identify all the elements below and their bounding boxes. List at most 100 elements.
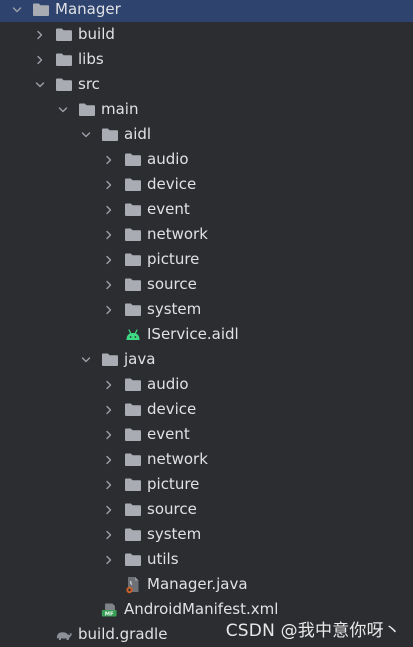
svg-text:MF: MF	[105, 611, 114, 617]
folder-icon	[32, 2, 50, 18]
folder-icon	[124, 552, 142, 568]
tree-node-label: IService.aidl	[147, 325, 239, 343]
tree-node-network[interactable]: network	[0, 222, 413, 247]
chevron-down-icon[interactable]	[56, 103, 70, 117]
manifest-icon: MF	[101, 602, 119, 618]
chevron-right-icon[interactable]	[102, 278, 116, 292]
chevron-down-icon[interactable]	[10, 3, 24, 17]
tree-node-label: network	[147, 450, 208, 468]
chevron-right-icon[interactable]	[102, 303, 116, 317]
folder-icon	[124, 477, 142, 493]
tree-node-label: event	[147, 200, 190, 218]
folder-icon	[124, 202, 142, 218]
tree-node-audio[interactable]: audio	[0, 372, 413, 397]
tree-node-label: system	[147, 300, 202, 318]
tree-node-label: utils	[147, 550, 179, 568]
gradle-icon	[55, 627, 73, 643]
tree-node-label: libs	[78, 50, 104, 68]
tree-node-aidl[interactable]: aidl	[0, 122, 413, 147]
folder-icon	[124, 177, 142, 193]
tree-node-label: main	[101, 100, 139, 118]
chevron-right-icon[interactable]	[102, 378, 116, 392]
folder-icon	[124, 527, 142, 543]
tree-node-source[interactable]: source	[0, 272, 413, 297]
folder-icon	[55, 77, 73, 93]
tree-node-label: Manager.java	[147, 575, 248, 593]
tree-node-label: system	[147, 525, 202, 543]
chevron-right-icon[interactable]	[102, 403, 116, 417]
folder-icon	[124, 502, 142, 518]
tree-node-src[interactable]: src	[0, 72, 413, 97]
tree-node-device[interactable]: device	[0, 397, 413, 422]
chevron-right-icon[interactable]	[102, 453, 116, 467]
tree-node-event[interactable]: event	[0, 422, 413, 447]
tree-node-picture[interactable]: picture	[0, 472, 413, 497]
tree-node-label: aidl	[124, 125, 152, 143]
tree-node-label: source	[147, 275, 197, 293]
tree-node-utils[interactable]: utils	[0, 547, 413, 572]
tree-node-label: device	[147, 175, 197, 193]
chevron-right-icon[interactable]	[33, 53, 47, 67]
tree-node-label: java	[124, 350, 156, 368]
tree-node-event[interactable]: event	[0, 197, 413, 222]
tree-node-label: Manager	[55, 0, 121, 18]
tree-node-build[interactable]: build	[0, 22, 413, 47]
chevron-right-icon[interactable]	[33, 28, 47, 42]
folder-icon	[124, 227, 142, 243]
chevron-right-icon[interactable]	[102, 428, 116, 442]
tree-node-manager-java[interactable]: Manager.java	[0, 572, 413, 597]
folder-icon	[124, 152, 142, 168]
chevron-right-icon[interactable]	[102, 228, 116, 242]
tree-node-label: event	[147, 425, 190, 443]
folder-icon	[124, 302, 142, 318]
chevron-right-icon[interactable]	[102, 553, 116, 567]
folder-icon	[124, 452, 142, 468]
tree-node-label: src	[78, 75, 100, 93]
chevron-down-icon[interactable]	[79, 128, 93, 142]
folder-icon	[124, 252, 142, 268]
folder-icon	[124, 277, 142, 293]
folder-icon	[101, 352, 119, 368]
tree-node-system[interactable]: system	[0, 297, 413, 322]
folder-icon	[55, 27, 73, 43]
tree-node-label: network	[147, 225, 208, 243]
watermark: CSDN @我中意你呀丶	[225, 621, 401, 641]
folder-icon	[55, 52, 73, 68]
tree-node-label: device	[147, 400, 197, 418]
tree-node-manager[interactable]: Manager	[0, 0, 413, 22]
tree-node-audio[interactable]: audio	[0, 147, 413, 172]
chevron-right-icon[interactable]	[102, 528, 116, 542]
tree-node-main[interactable]: main	[0, 97, 413, 122]
folder-icon	[124, 427, 142, 443]
chevron-right-icon[interactable]	[102, 203, 116, 217]
java-file-icon	[124, 576, 142, 593]
tree-node-network[interactable]: network	[0, 447, 413, 472]
tree-node-iservice-aidl[interactable]: IService.aidl	[0, 322, 413, 347]
android-icon	[124, 327, 142, 343]
project-tree: Manager build libs src main aidl audio device ev…	[0, 0, 413, 647]
folder-icon	[101, 127, 119, 143]
chevron-right-icon[interactable]	[102, 178, 116, 192]
tree-node-label: audio	[147, 150, 189, 168]
chevron-right-icon[interactable]	[102, 153, 116, 167]
tree-node-label: picture	[147, 250, 200, 268]
chevron-right-icon[interactable]	[102, 478, 116, 492]
tree-node-label: source	[147, 500, 197, 518]
tree-node-picture[interactable]: picture	[0, 247, 413, 272]
tree-node-label: build.gradle	[78, 625, 168, 643]
chevron-right-icon[interactable]	[102, 503, 116, 517]
tree-node-source[interactable]: source	[0, 497, 413, 522]
tree-node-device[interactable]: device	[0, 172, 413, 197]
tree-node-system[interactable]: system	[0, 522, 413, 547]
tree-node-label: picture	[147, 475, 200, 493]
chevron-right-icon[interactable]	[102, 253, 116, 267]
tree-node-java[interactable]: java	[0, 347, 413, 372]
chevron-down-icon[interactable]	[33, 78, 47, 92]
chevron-down-icon[interactable]	[79, 353, 93, 367]
tree-node-libs[interactable]: libs	[0, 47, 413, 72]
tree-node-label: audio	[147, 375, 189, 393]
tree-node-label: build	[78, 25, 115, 43]
folder-icon	[124, 377, 142, 393]
folder-icon	[78, 102, 96, 118]
folder-icon	[124, 402, 142, 418]
